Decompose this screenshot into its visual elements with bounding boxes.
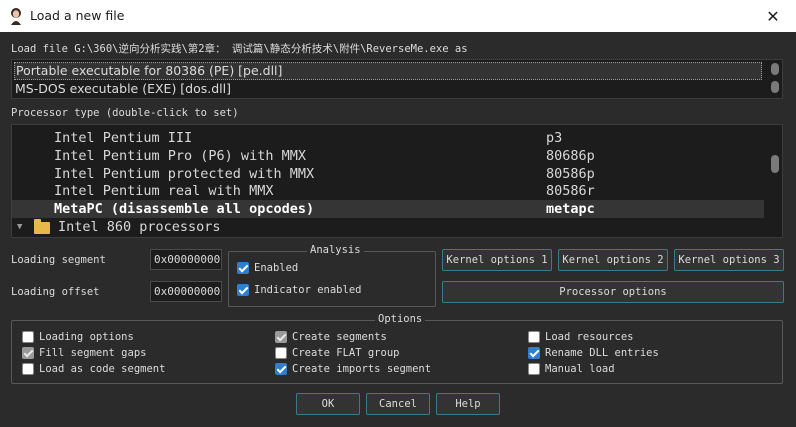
file-format-item[interactable]: MS-DOS executable (EXE) [dos.dll] (14, 80, 762, 98)
loading-options-checkbox[interactable]: Loading options (22, 330, 134, 344)
cancel-button[interactable]: Cancel (366, 393, 430, 415)
processor-item[interactable]: Intel Pentium III p3 (12, 129, 764, 147)
processor-item[interactable]: Intel Pentium protected with MMX 80586p (12, 165, 764, 183)
create-flat-group-label: Create FLAT group (292, 347, 400, 359)
checkbox-box[interactable] (528, 363, 540, 375)
load-as-code-segment-label: Load as code segment (39, 363, 166, 375)
file-format-scrollbar[interactable] (768, 60, 782, 98)
kernel-options-1-button[interactable]: Kernel options 1 (442, 249, 552, 271)
scrollbar-thumb[interactable] (771, 155, 779, 173)
manual-load-checkbox[interactable]: Manual load (528, 362, 615, 376)
loading-offset-field[interactable]: 0x00000000 (150, 281, 222, 302)
create-imports-segment-label: Create imports segment (292, 363, 432, 375)
processor-item[interactable]: Intel Pentium real with MMX 80586r (12, 182, 764, 200)
checkbox-box[interactable] (237, 262, 249, 274)
loading-segment-label: Loading segment (11, 254, 106, 266)
loading-options-label: Loading options (39, 331, 134, 343)
processor-code: p3 (546, 130, 563, 146)
indicator-enabled-checkbox[interactable]: Indicator enabled (237, 283, 361, 297)
create-segments-label: Create segments (292, 331, 387, 343)
analysis-group-title: Analysis (307, 244, 364, 256)
load-resources-label: Load resources (545, 331, 634, 343)
window-title: Load a new file (30, 8, 125, 23)
chevron-down-icon[interactable]: ▼ (17, 218, 22, 236)
checkbox-box[interactable] (528, 347, 540, 359)
create-imports-segment-checkbox[interactable]: Create imports segment (275, 362, 431, 376)
help-button[interactable]: Help (436, 393, 500, 415)
processor-item[interactable]: Intel Pentium Pro (P6) with MMX 80686p (12, 147, 764, 165)
kernel-options-3-button[interactable]: Kernel options 3 (674, 249, 784, 271)
close-button[interactable]: ✕ (750, 0, 796, 32)
processor-name: Intel Pentium Pro (P6) with MMX (54, 148, 306, 164)
rename-dll-entries-label: Rename DLL entries (545, 347, 659, 359)
processor-name: MetaPC (disassemble all opcodes) (54, 201, 315, 217)
fill-segment-gaps-label: Fill segment gaps (39, 347, 147, 359)
ok-button[interactable]: OK (296, 393, 360, 415)
checkbox-box (275, 331, 287, 343)
processor-list[interactable]: Intel Pentium III p3 Intel Pentium Pro (… (11, 124, 783, 238)
checkbox-box[interactable] (237, 284, 249, 296)
processor-group-item[interactable]: ▼ Intel 860 processors (12, 218, 764, 236)
processor-scrollbar[interactable] (768, 125, 782, 237)
checkbox-box[interactable] (22, 331, 34, 343)
processor-code: 80586p (546, 166, 595, 182)
processor-name: Intel Pentium real with MMX (54, 183, 274, 199)
file-format-item[interactable]: Portable executable for 80386 (PE) [pe.d… (14, 62, 762, 80)
close-icon: ✕ (766, 6, 780, 26)
indicator-enabled-label: Indicator enabled (254, 284, 362, 296)
processor-name: Intel Pentium protected with MMX (54, 166, 315, 182)
processor-code: metapc (546, 201, 595, 217)
kernel-options-2-button[interactable]: Kernel options 2 (558, 249, 668, 271)
processor-item-selected[interactable]: MetaPC (disassemble all opcodes) metapc (12, 200, 764, 218)
checkbox-box[interactable] (22, 363, 34, 375)
loading-offset-label: Loading offset (11, 286, 100, 298)
title-bar: Load a new file ✕ (0, 0, 796, 32)
scrollbar-thumb[interactable] (771, 63, 779, 75)
checkbox-box[interactable] (275, 363, 287, 375)
app-icon (11, 8, 21, 25)
processor-type-label: Processor type (double-click to set) (11, 107, 239, 119)
load-as-code-segment-checkbox[interactable]: Load as code segment (22, 362, 165, 376)
checkbox-box[interactable] (275, 347, 287, 359)
options-group-title: Options (375, 313, 426, 325)
fill-segment-gaps-checkbox: Fill segment gaps (22, 346, 146, 360)
checkbox-box (22, 347, 34, 359)
loading-segment-field[interactable]: 0x00000000 (150, 249, 222, 270)
load-file-label: Load file G:\360\逆向分析实践\第2章： 调试篇\静态分析技术\… (11, 43, 468, 55)
processor-code: 80686p (546, 148, 595, 164)
create-segments-checkbox: Create segments (275, 330, 387, 344)
checkbox-box[interactable] (528, 331, 540, 343)
analysis-group: Analysis (228, 244, 436, 307)
load-resources-checkbox[interactable]: Load resources (528, 330, 634, 344)
processor-group-name: Intel 860 processors (58, 219, 221, 235)
processor-code: 80586r (546, 183, 595, 199)
manual-load-label: Manual load (545, 363, 615, 375)
rename-dll-entries-checkbox[interactable]: Rename DLL entries (528, 346, 659, 360)
scrollbar-thumb[interactable] (771, 81, 779, 93)
enabled-label: Enabled (254, 262, 299, 274)
create-flat-group-checkbox[interactable]: Create FLAT group (275, 346, 399, 360)
folder-icon (34, 219, 50, 234)
processor-name: Intel Pentium III (54, 130, 193, 146)
processor-options-button[interactable]: Processor options (442, 281, 784, 303)
enabled-checkbox[interactable]: Enabled (237, 261, 298, 275)
file-format-list[interactable]: Portable executable for 80386 (PE) [pe.d… (11, 59, 783, 99)
